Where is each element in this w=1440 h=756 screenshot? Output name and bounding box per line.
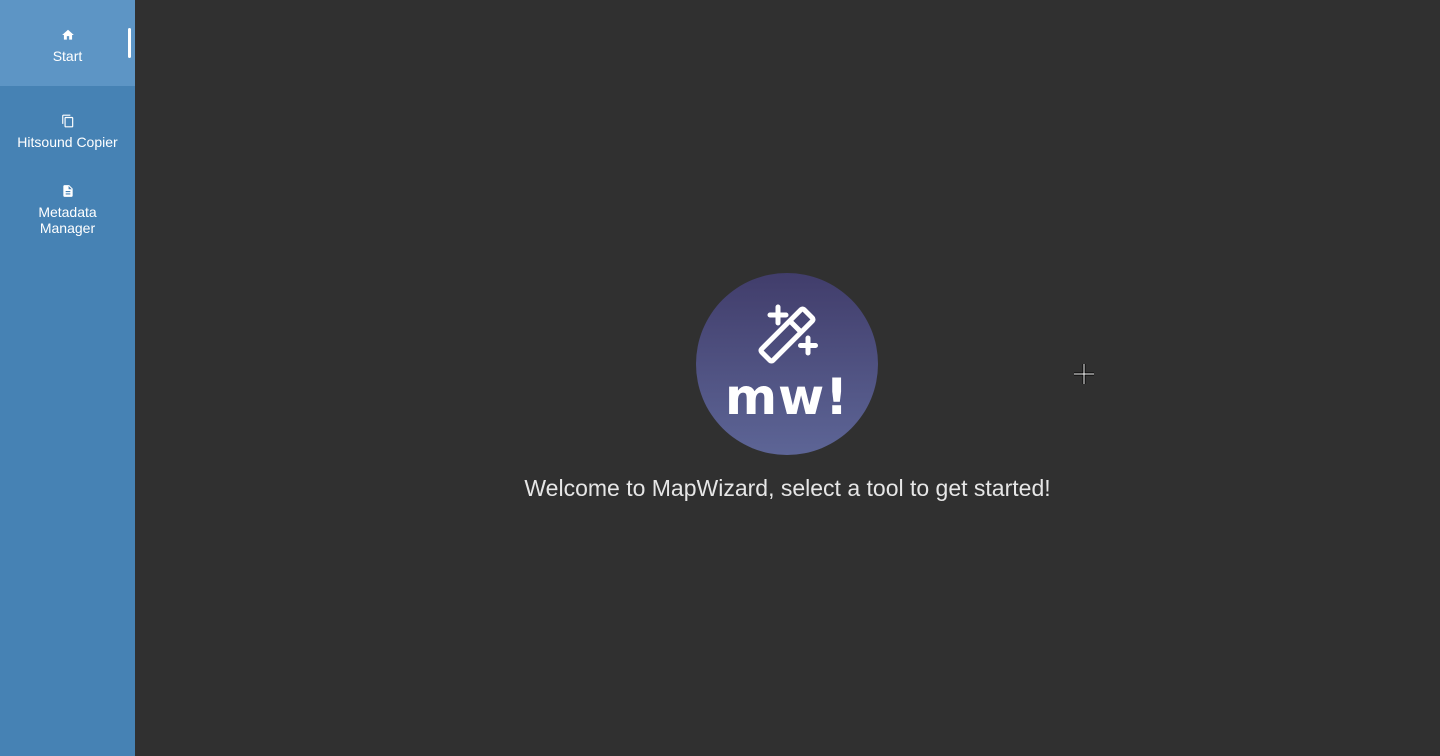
sidebar-item-label: Metadata Manager: [38, 204, 97, 236]
app-logo: mw!: [696, 273, 878, 455]
magic-wand-icon: [758, 304, 818, 364]
document-icon: [62, 185, 73, 197]
sidebar-item-label: Start: [52, 48, 83, 64]
sidebar-item-label: Hitsound Copier: [17, 134, 118, 150]
app-window: Start Hitsound Copier Metadata Manager m…: [0, 0, 1440, 756]
active-indicator: [128, 28, 131, 58]
main-content: mw! Welcome to MapWizard, select a tool …: [135, 0, 1440, 756]
logo-text: mw!: [724, 368, 850, 426]
home-icon: [61, 29, 74, 40]
crosshair-cursor-icon: [1074, 364, 1094, 384]
sidebar: Start Hitsound Copier Metadata Manager: [0, 0, 135, 756]
copy-icon: [61, 114, 73, 128]
sidebar-item-hitsound-copier[interactable]: Hitsound Copier: [0, 86, 135, 164]
welcome-message: Welcome to MapWizard, select a tool to g…: [524, 475, 1051, 501]
sidebar-item-metadata-manager[interactable]: Metadata Manager: [0, 164, 135, 254]
sidebar-item-start[interactable]: Start: [0, 0, 135, 86]
